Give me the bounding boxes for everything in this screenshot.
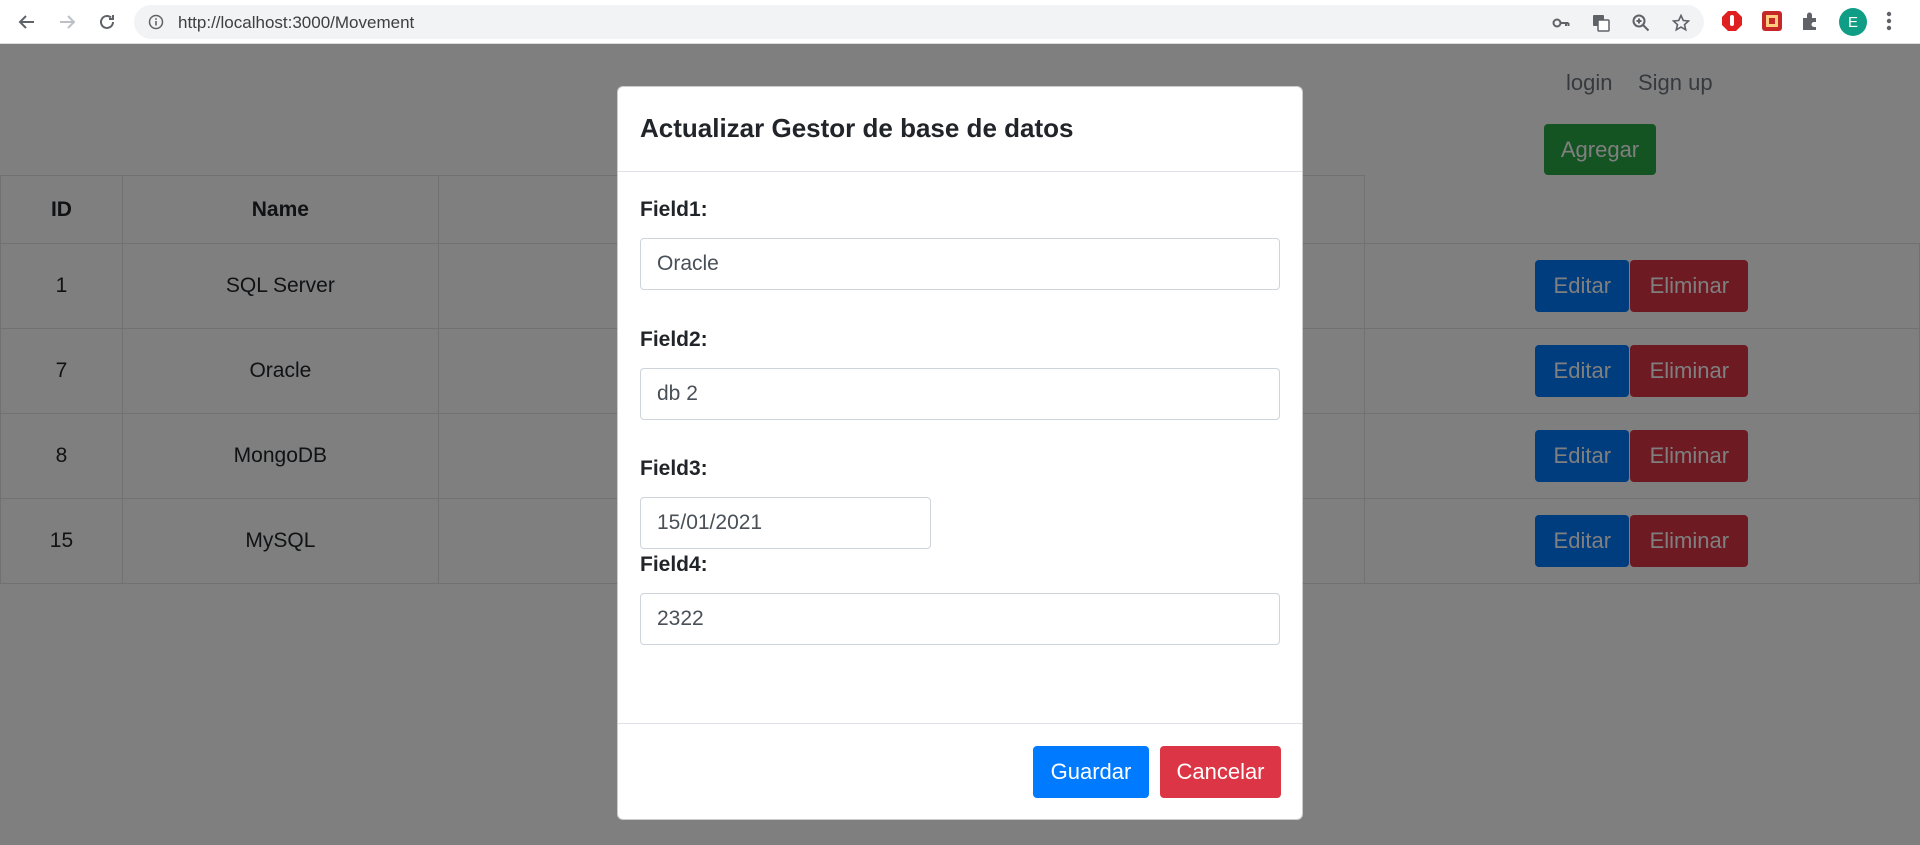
translate-icon[interactable] (1592, 14, 1610, 32)
extension-icon[interactable] (1761, 10, 1783, 32)
field1-input[interactable] (640, 238, 1280, 290)
forward-arrow-icon[interactable] (54, 9, 80, 35)
modal-header: Actualizar Gestor de base de datos (618, 87, 1302, 172)
address-bar[interactable]: http://localhost:3000/Movement (134, 5, 1704, 39)
field3-date-input[interactable] (640, 497, 931, 549)
modal-title: Actualizar Gestor de base de datos (640, 113, 1074, 143)
key-icon[interactable] (1552, 14, 1570, 32)
puzzle-icon[interactable] (1800, 10, 1822, 32)
modal-footer-divider (618, 723, 1302, 724)
more-vert-icon[interactable] (1886, 10, 1892, 36)
browser-toolbar: http://localhost:3000/Movement E (0, 0, 1920, 44)
zoom-icon[interactable] (1632, 14, 1650, 32)
field4-input[interactable] (640, 593, 1280, 645)
field2-input[interactable] (640, 368, 1280, 420)
back-arrow-icon[interactable] (14, 9, 40, 35)
field1-label: Field1: (640, 198, 708, 221)
save-button[interactable]: Guardar (1033, 746, 1149, 798)
cancel-button[interactable]: Cancelar (1160, 746, 1281, 798)
profile-avatar[interactable]: E (1839, 8, 1867, 36)
adblock-icon[interactable] (1721, 10, 1743, 32)
reload-icon[interactable] (94, 9, 120, 35)
field4-label: Field4: (640, 553, 708, 576)
update-dialog: Actualizar Gestor de base de datos Field… (617, 86, 1303, 820)
info-icon[interactable] (148, 14, 164, 34)
star-icon[interactable] (1671, 13, 1691, 32)
field3-label: Field3: (640, 457, 708, 480)
url-text[interactable]: http://localhost:3000/Movement (178, 13, 414, 33)
field2-label: Field2: (640, 328, 708, 351)
